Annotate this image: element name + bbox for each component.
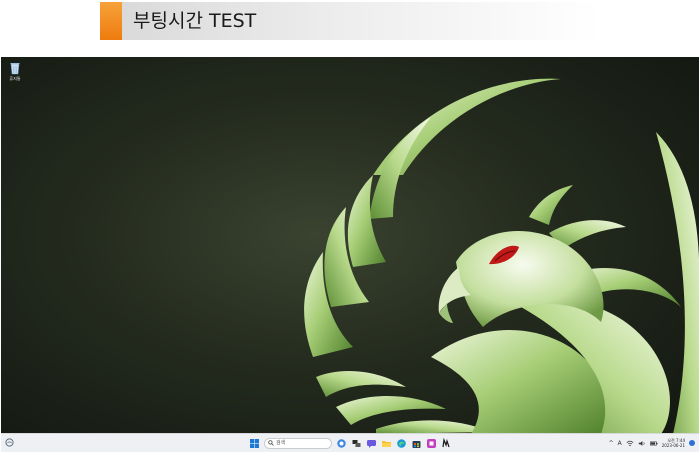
start-icon[interactable]: [249, 438, 260, 449]
wifi-icon[interactable]: [626, 440, 634, 447]
tray-overflow-icon[interactable]: ^: [609, 440, 614, 447]
taskbar-center: 검색: [249, 437, 452, 449]
clock-date: 2023-06-21: [661, 443, 685, 448]
battery-icon[interactable]: [649, 440, 658, 447]
page: 부팅시간 TEST 휴지통 검색 ^ A 오전 7:44 2023-06-21: [0, 0, 700, 453]
desktop-screen: 휴지통 검색 ^ A 오전 7:44 2023-06-21: [1, 57, 699, 452]
edge-icon[interactable]: [396, 438, 407, 449]
ime-indicator[interactable]: A: [618, 440, 622, 447]
system-tray: ^ A 오전 7:44 2023-06-21: [609, 436, 695, 450]
phoenix-app-icon[interactable]: [441, 437, 452, 449]
taskbar-clock[interactable]: 오전 7:44 2023-06-21: [662, 438, 685, 448]
taskbar-search-box[interactable]: 검색: [264, 437, 332, 449]
search-placeholder: 검색: [276, 440, 286, 446]
taskbar: 검색 ^ A 오전 7:44 2023-06-21: [1, 433, 699, 452]
copilot-icon[interactable]: [336, 438, 347, 449]
task-view-icon[interactable]: [351, 438, 362, 449]
phoenix-wallpaper: [304, 78, 699, 434]
store-icon[interactable]: [411, 438, 422, 449]
page-title: 부팅시간 TEST: [133, 10, 257, 32]
app-icon[interactable]: [426, 438, 437, 449]
desktop-icon-recycle-bin[interactable]: 휴지통: [4, 61, 26, 81]
desktop-icon-label: 휴지통: [9, 76, 21, 81]
file-explorer-icon[interactable]: [381, 438, 392, 449]
heading-banner: 부팅시간 TEST: [100, 2, 600, 40]
volume-icon[interactable]: [638, 440, 646, 447]
widgets-icon[interactable]: [5, 438, 14, 447]
notification-icon[interactable]: [689, 440, 695, 446]
search-icon: [268, 440, 274, 446]
chat-icon[interactable]: [366, 438, 377, 449]
recycle-bin-icon: [10, 63, 20, 75]
banner-accent-bar: [100, 2, 122, 40]
